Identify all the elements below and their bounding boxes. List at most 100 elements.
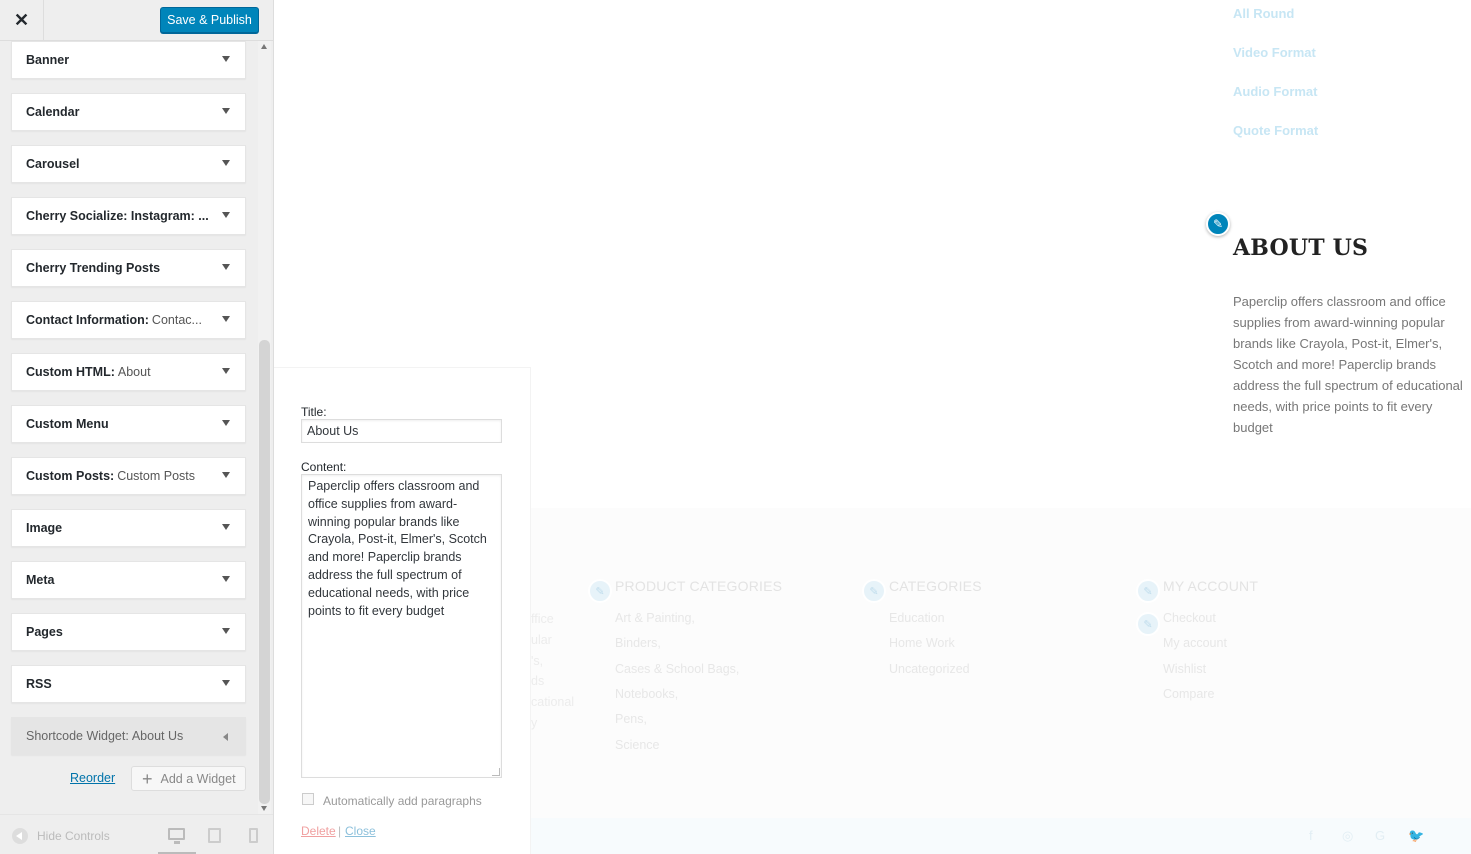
close-widget-link[interactable]: Close <box>345 824 376 838</box>
desktop-preview-icon[interactable] <box>168 828 185 844</box>
expand-arrow-icon[interactable] <box>222 316 230 322</box>
widget-name: Banner <box>26 53 70 67</box>
product-categories-link[interactable]: Binders, <box>615 636 661 650</box>
expand-arrow-icon[interactable] <box>222 472 230 478</box>
scroll-down-arrow-icon[interactable] <box>261 806 267 811</box>
content-textarea[interactable]: Paperclip offers classroom and office su… <box>301 474 502 778</box>
tablet-preview-icon[interactable] <box>208 828 221 843</box>
hide-controls-button[interactable]: Hide Controls <box>12 828 110 844</box>
post-format-link[interactable]: Audio Format <box>1233 84 1318 99</box>
my-account-link[interactable]: My account <box>1163 636 1227 650</box>
expand-arrow-icon[interactable] <box>222 368 230 374</box>
widget-item[interactable]: Banner <box>11 41 246 79</box>
widget-name: Cherry Trending Posts <box>26 261 161 275</box>
my-account-link[interactable]: Wishlist <box>1163 662 1206 676</box>
categories-link[interactable]: Uncategorized <box>889 662 970 676</box>
partial-text-line: ffice <box>531 612 554 626</box>
widget-item[interactable]: Cherry Trending Posts <box>11 249 246 287</box>
widget-name: RSS <box>26 677 52 691</box>
widget-item[interactable]: Image <box>11 509 246 547</box>
google-plus-icon[interactable]: G <box>1375 828 1385 843</box>
expand-arrow-icon[interactable] <box>222 264 230 270</box>
expand-arrow-icon[interactable] <box>222 160 230 166</box>
expand-arrow-icon[interactable] <box>223 733 228 741</box>
widget-item[interactable]: Pages <box>11 613 246 651</box>
expand-arrow-icon[interactable] <box>222 56 230 62</box>
widget-name: Custom Menu <box>26 417 109 431</box>
edit-my-account-pencil-icon[interactable]: ✎ <box>1136 579 1160 603</box>
edit-shortcut-pencil-icon[interactable]: ✎ <box>1206 212 1230 236</box>
delete-widget-link[interactable]: Delete <box>301 824 336 838</box>
expand-arrow-icon[interactable] <box>222 576 230 582</box>
post-format-link[interactable]: All Round <box>1233 6 1294 21</box>
expand-arrow-icon[interactable] <box>222 628 230 634</box>
widget-item[interactable]: Custom HTML: About <box>11 353 246 391</box>
widget-item[interactable]: Carousel <box>11 145 246 183</box>
my-account-link[interactable]: Checkout <box>1163 611 1216 625</box>
widget-name: Meta <box>26 573 55 587</box>
widget-name: Calendar <box>26 105 80 119</box>
edit-categories-pencil-icon[interactable]: ✎ <box>862 579 886 603</box>
expand-arrow-icon[interactable] <box>222 212 230 218</box>
partial-text-line: ular <box>531 632 552 647</box>
product-categories-link[interactable]: Cases & School Bags, <box>615 662 739 676</box>
categories-link[interactable]: Education <box>889 611 945 625</box>
add-widget-label: Add a Widget <box>160 771 236 786</box>
content-label: Content: <box>301 460 347 474</box>
widget-item[interactable]: Cherry Socialize: Instagram: ... <box>11 197 246 235</box>
widget-item[interactable]: Contact Information: Contac... <box>11 301 246 339</box>
hide-controls-label: Hide Controls <box>37 829 110 843</box>
sidebar-scrollbar[interactable] <box>258 41 271 814</box>
categories-heading: CATEGORIES <box>889 578 982 594</box>
widget-name: Shortcode Widget: <box>26 729 129 743</box>
widget-instance-title: Contac... <box>151 313 202 327</box>
save-publish-button[interactable]: Save & Publish <box>160 7 259 33</box>
expand-arrow-icon[interactable] <box>222 108 230 114</box>
product-categories-link[interactable]: Science <box>615 738 659 752</box>
customizer-sidebar: ✕ Save & Publish Banner Calendar Carousel C… <box>0 0 274 854</box>
post-format-link[interactable]: Quote Format <box>1233 123 1318 138</box>
widget-name: Custom HTML: <box>26 365 115 379</box>
link-separator: | <box>338 824 342 838</box>
autop-checkbox[interactable] <box>302 793 314 805</box>
add-widget-button[interactable]: + Add a Widget <box>131 766 246 791</box>
widget-edit-panel: Title: Content: Paperclip offers classro… <box>274 367 531 854</box>
facebook-icon[interactable]: f <box>1309 828 1313 843</box>
reorder-link[interactable]: Reorder <box>70 771 115 785</box>
expand-arrow-icon[interactable] <box>222 420 230 426</box>
product-categories-link[interactable]: Art & Painting, <box>615 611 695 625</box>
widget-item[interactable]: RSS <box>11 665 246 703</box>
product-categories-link[interactable]: Pens, <box>615 712 647 726</box>
expand-arrow-icon[interactable] <box>222 680 230 686</box>
twitter-icon[interactable]: 🐦 <box>1408 828 1424 844</box>
partial-text-line: 's, <box>531 653 544 668</box>
plus-icon: + <box>142 768 153 789</box>
title-label: Title: <box>301 405 327 419</box>
collapse-arrow-icon <box>12 828 28 844</box>
post-format-link[interactable]: Video Format <box>1233 45 1316 60</box>
autop-label: Automatically add paragraphs <box>323 794 482 808</box>
widget-item[interactable]: Custom Menu <box>11 405 246 443</box>
categories-link[interactable]: Home Work <box>889 636 955 650</box>
scrollbar-thumb[interactable] <box>259 340 270 804</box>
close-customizer-button[interactable]: ✕ <box>0 0 44 41</box>
expand-arrow-icon[interactable] <box>222 524 230 530</box>
scroll-up-arrow-icon[interactable] <box>261 44 267 49</box>
widget-item[interactable]: Meta <box>11 561 246 599</box>
widget-item[interactable]: Calendar <box>11 93 246 131</box>
edit-my-account-menu-pencil-icon[interactable]: ✎ <box>1136 612 1160 636</box>
instagram-icon[interactable]: ◎ <box>1342 828 1353 844</box>
product-categories-link[interactable]: Notebooks, <box>615 687 678 701</box>
widget-name: Image <box>26 521 63 535</box>
title-input[interactable] <box>301 419 502 443</box>
widget-instance-title: Custom Posts <box>117 469 196 483</box>
widget-item[interactable]: Shortcode Widget: About Us <box>11 717 246 755</box>
customizer-header: ✕ Save & Publish <box>0 0 273 41</box>
resize-handle-icon[interactable] <box>492 768 500 776</box>
mobile-preview-icon[interactable] <box>249 828 258 843</box>
my-account-heading: MY ACCOUNT <box>1163 578 1259 594</box>
widget-item[interactable]: Custom Posts: Custom Posts <box>11 457 246 495</box>
edit-product-categories-pencil-icon[interactable]: ✎ <box>588 579 612 603</box>
my-account-link[interactable]: Compare <box>1163 687 1214 701</box>
partial-text-line: ds <box>531 674 545 689</box>
